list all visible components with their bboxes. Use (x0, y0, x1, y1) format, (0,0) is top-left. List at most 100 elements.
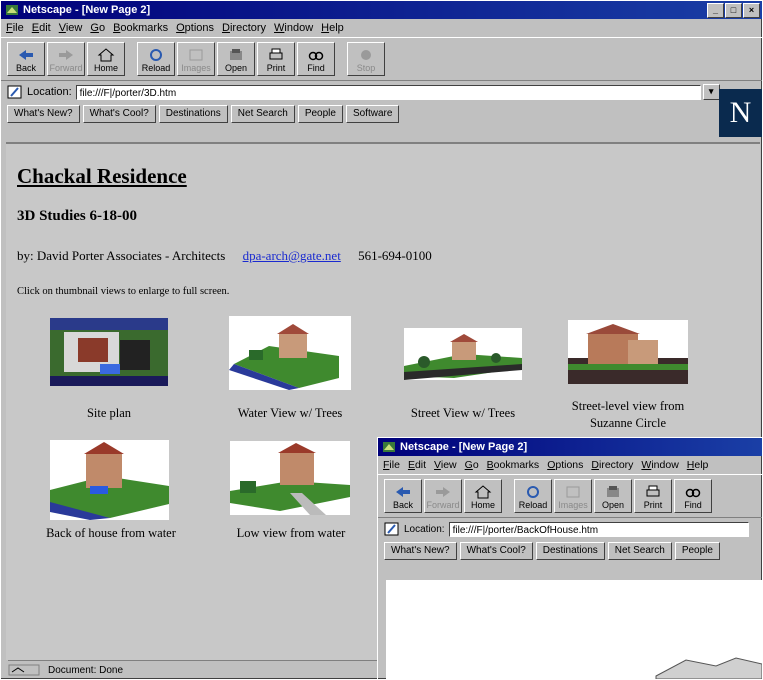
caption-street-level-view: Street-level view from Suzanne Circle (571, 399, 685, 430)
popup-menu-help[interactable]: Help (687, 459, 709, 471)
thumbnail-back-of-house[interactable] (50, 440, 169, 520)
net-search-button[interactable]: Net Search (230, 105, 295, 123)
popup-menu-edit[interactable]: Edit (408, 459, 426, 471)
popup-reload-label: Reload (518, 500, 548, 510)
popup-toolbar: Back Forward Home Reload Images Open Pri… (378, 474, 762, 518)
page-subtitle: 3D Studies 6-18-00 (17, 208, 138, 224)
popup-net-search-button[interactable]: Net Search (607, 542, 672, 560)
popup-location-url-input[interactable]: file:///F|/porter/BackOfHouse.htm (448, 521, 749, 537)
stop-button[interactable]: Stop (347, 42, 385, 76)
popup-print-button[interactable]: Print (634, 479, 672, 513)
maximize-button[interactable]: □ (725, 3, 742, 18)
menu-edit[interactable]: Edit (32, 22, 51, 34)
menu-go[interactable]: Go (90, 22, 105, 34)
popup-directory-buttons-row: What's New? What's Cool? Destinations Ne… (378, 540, 762, 562)
home-icon (97, 48, 115, 62)
popup-title-bar[interactable]: Netscape - [New Page 2] (378, 438, 762, 456)
popup-menu-view[interactable]: View (434, 459, 457, 471)
software-button[interactable]: Software (345, 105, 400, 123)
menu-bookmarks[interactable]: Bookmarks (113, 22, 168, 34)
location-row: Location: file:///F|/porter/3D.htm ▾ (1, 81, 762, 103)
open-icon (607, 486, 619, 497)
location-dropdown-icon[interactable]: ▾ (702, 84, 720, 100)
popup-open-button[interactable]: Open (594, 479, 632, 513)
popup-reload-button[interactable]: Reload (514, 479, 552, 513)
status-text: Document: Done (48, 664, 124, 676)
email-link[interactable]: dpa-arch@gate.net (243, 248, 341, 263)
popup-forward-label: Forward (426, 500, 460, 510)
print-button[interactable]: Print (257, 42, 295, 76)
stop-icon (361, 50, 371, 60)
popup-menu-file[interactable]: File (383, 459, 400, 471)
home-button[interactable]: Home (87, 42, 125, 76)
popup-home-label: Home (470, 500, 495, 510)
menu-help[interactable]: Help (321, 22, 344, 34)
page-title: Chackal Residence (17, 164, 187, 188)
home-icon (474, 485, 492, 499)
popup-whats-cool-button[interactable]: What's Cool? (459, 542, 533, 560)
menu-window[interactable]: Window (274, 22, 313, 34)
back-button[interactable]: Back (7, 42, 45, 76)
popup-window-title: Netscape - [New Page 2] (400, 441, 528, 453)
menu-directory[interactable]: Directory (222, 22, 266, 34)
popup-people-button[interactable]: People (674, 542, 720, 560)
popup-menu-bookmarks[interactable]: Bookmarks (487, 459, 540, 471)
popup-location-label: Location: (404, 523, 445, 535)
images-icon (566, 486, 580, 498)
popup-find-label: Find (684, 500, 702, 510)
popup-menu-window[interactable]: Window (641, 459, 678, 471)
menu-file[interactable]: File (6, 22, 24, 34)
caption-back-of-house: Back of house from water (46, 526, 176, 540)
thumbnail-site-plan[interactable] (50, 318, 168, 386)
main-menu-bar: File Edit View Go Bookmarks Options Dire… (1, 19, 762, 37)
popup-destinations-button[interactable]: Destinations (535, 542, 605, 560)
find-icon (685, 488, 701, 498)
forward-label: Forward (49, 63, 83, 73)
main-title-bar[interactable]: Netscape - [New Page 2] _ □ × (1, 1, 762, 19)
main-window-title: Netscape - [New Page 2] (23, 4, 151, 16)
netscape-app-icon (382, 441, 396, 453)
people-button[interactable]: People (297, 105, 343, 123)
open-button[interactable]: Open (217, 42, 255, 76)
popup-print-label: Print (643, 500, 663, 510)
bookmark-icon (7, 85, 22, 99)
popup-rendering-roof (655, 657, 762, 679)
netscape-app-icon (5, 4, 19, 16)
thumbnail-low-view[interactable] (230, 441, 350, 515)
reload-button[interactable]: Reload (137, 42, 175, 76)
popup-images-button[interactable]: Images (554, 479, 592, 513)
minimize-button[interactable]: _ (707, 3, 724, 18)
security-key-icon (8, 664, 40, 676)
popup-menu-directory[interactable]: Directory (591, 459, 633, 471)
open-icon (230, 49, 242, 60)
instruction-text: Click on thumbnail views to enlarge to f… (17, 286, 230, 297)
menu-view[interactable]: View (59, 22, 83, 34)
popup-menu-options[interactable]: Options (547, 459, 583, 471)
popup-home-button[interactable]: Home (464, 479, 502, 513)
popup-page-viewport (386, 580, 762, 679)
netscape-logo[interactable]: N (719, 89, 762, 137)
destinations-button[interactable]: Destinations (158, 105, 228, 123)
main-toolbar: Back Forward Home Reload Images Open Pri… (1, 37, 762, 81)
location-url-input[interactable]: file:///F|/porter/3D.htm (75, 84, 701, 100)
images-button[interactable]: Images (177, 42, 215, 76)
print-icon (646, 485, 660, 497)
caption-site-plan: Site plan (86, 406, 132, 420)
forward-button[interactable]: Forward (47, 42, 85, 76)
menu-options[interactable]: Options (176, 22, 214, 34)
popup-back-button[interactable]: Back (384, 479, 422, 513)
find-button[interactable]: Find (297, 42, 335, 76)
thumbnail-street-view[interactable] (404, 328, 522, 380)
popup-menu-go[interactable]: Go (465, 459, 479, 471)
location-label: Location: (27, 86, 72, 98)
forward-arrow-icon (59, 50, 73, 60)
popup-whats-new-button[interactable]: What's New? (384, 542, 457, 560)
popup-find-button[interactable]: Find (674, 479, 712, 513)
popup-images-label: Images (558, 500, 588, 510)
thumbnail-water-view[interactable] (229, 316, 351, 390)
whats-cool-button[interactable]: What's Cool? (82, 105, 156, 123)
close-button[interactable]: × (743, 3, 760, 18)
whats-new-button[interactable]: What's New? (7, 105, 80, 123)
thumbnail-street-level-view[interactable] (568, 320, 688, 384)
popup-forward-button[interactable]: Forward (424, 479, 462, 513)
